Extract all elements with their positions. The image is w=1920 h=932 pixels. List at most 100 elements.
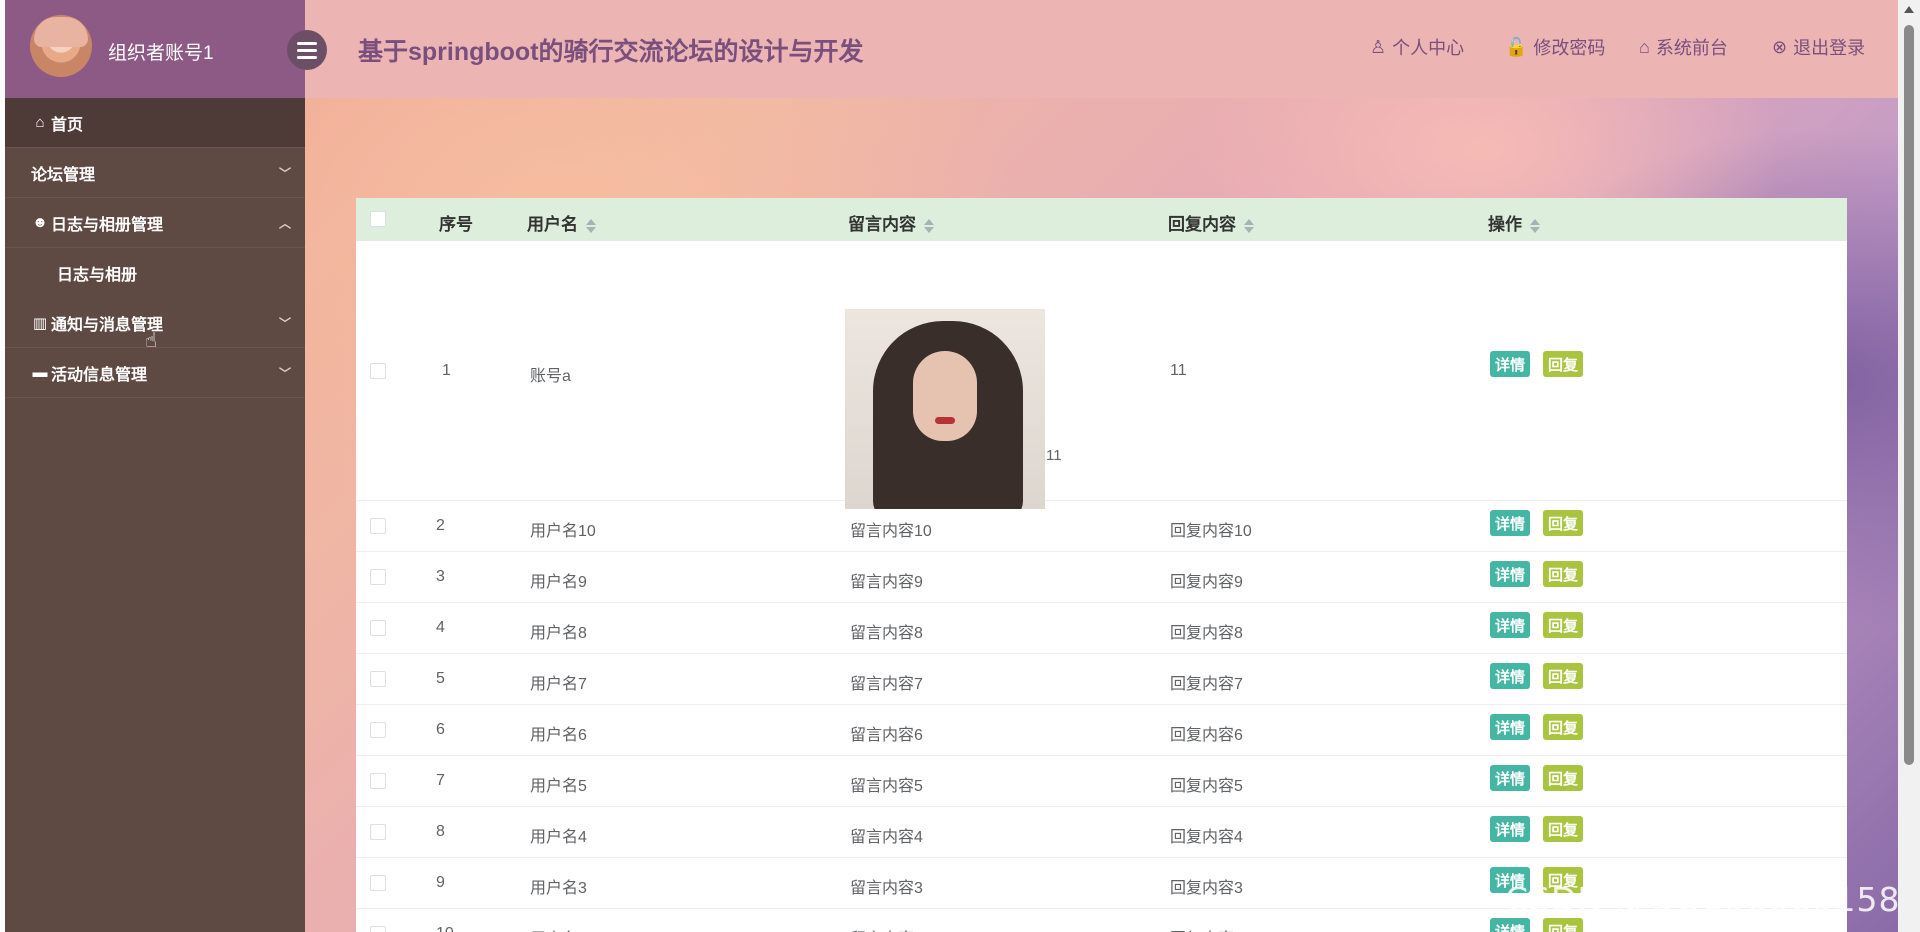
row-index: 8 xyxy=(436,823,445,840)
row-user: 用户名5 xyxy=(530,778,587,795)
row-checkbox[interactable] xyxy=(370,518,386,534)
detail-button[interactable]: 详情 xyxy=(1490,510,1531,536)
watermark: CSDN @QQ1980691580 xyxy=(1505,880,1898,919)
row-reply: 回复内容2 xyxy=(1170,925,1243,932)
app-window: 组织者账号1 ⌂ 首页 论坛管理 ﹀ ☻ 日志与相册管理 ︿ 日志与相册 ▥ 通… xyxy=(5,0,1898,932)
row-index: 9 xyxy=(436,874,445,891)
detail-button[interactable]: 详情 xyxy=(1490,351,1531,377)
avatar[interactable] xyxy=(30,15,92,77)
page-title: 基于springboot的骑行交流论坛的设计与开发 xyxy=(358,38,864,66)
column-header-message-label: 留言内容 xyxy=(848,215,916,234)
detail-button[interactable]: 详情 xyxy=(1490,918,1531,932)
detail-button[interactable]: 详情 xyxy=(1490,816,1531,842)
row-reply: 回复内容3 xyxy=(1170,880,1243,897)
row-checkbox[interactable] xyxy=(370,671,386,687)
column-header-user[interactable]: 用户名 xyxy=(527,210,596,235)
table-header: 序号 用户名 留言内容 回复内容 操作 xyxy=(356,198,1847,241)
sort-icon[interactable] xyxy=(1244,218,1254,234)
row-checkbox[interactable] xyxy=(370,363,386,379)
table-row: 8 用户名4 留言内容4 回复内容4 详情 回复 xyxy=(356,807,1847,858)
column-header-index: 序号 xyxy=(439,215,473,234)
sort-icon[interactable] xyxy=(1530,218,1540,234)
row-checkbox[interactable] xyxy=(370,722,386,738)
row-index: 7 xyxy=(436,772,445,789)
frontend-label: 系统前台 xyxy=(1655,38,1728,58)
logout-link[interactable]: ⊗ 退出登录 xyxy=(1772,34,1865,60)
detail-button[interactable]: 详情 xyxy=(1490,561,1531,587)
mouse-cursor-icon: ☝ xyxy=(145,330,158,352)
chevron-down-icon: ﹀ xyxy=(278,366,291,380)
sidebar-header: 组织者账号1 xyxy=(5,0,305,98)
row-checkbox[interactable] xyxy=(370,773,386,789)
home-icon: ⌂ xyxy=(1639,36,1650,57)
row-user: 用户名10 xyxy=(530,523,596,540)
card-icon: ▬ xyxy=(32,364,48,381)
column-header-reply-label: 回复内容 xyxy=(1168,215,1236,234)
menu-toggle-button[interactable] xyxy=(287,30,327,70)
table-row: 2 用户名10 留言内容10 回复内容10 详情 回复 xyxy=(356,501,1847,552)
reply-button[interactable]: 回复 xyxy=(1543,918,1584,932)
reply-button[interactable]: 回复 xyxy=(1543,510,1584,536)
row-message: 留言内容2 xyxy=(850,925,923,932)
detail-button[interactable]: 详情 xyxy=(1490,663,1531,689)
sidebar-item-label: 日志与相册管理 xyxy=(51,216,164,234)
reply-button[interactable]: 回复 xyxy=(1543,561,1584,587)
reply-button[interactable]: 回复 xyxy=(1543,351,1584,377)
row-message: 留言内容4 xyxy=(850,829,923,846)
row-reply: 11 xyxy=(1170,362,1187,379)
sidebar-item-home[interactable]: ⌂ 首页 xyxy=(5,98,305,148)
table-row: 4 用户名8 留言内容8 回复内容8 详情 回复 xyxy=(356,603,1847,654)
row-message: 留言内容8 xyxy=(850,625,923,642)
row-checkbox[interactable] xyxy=(370,569,386,585)
detail-button[interactable]: 详情 xyxy=(1490,612,1531,638)
row-reply: 回复内容5 xyxy=(1170,778,1243,795)
scrollbar-thumb[interactable] xyxy=(1904,25,1914,765)
row-checkbox[interactable] xyxy=(370,875,386,891)
row-reply: 回复内容4 xyxy=(1170,829,1243,846)
row-user: 用户名6 xyxy=(530,727,587,744)
chevron-down-icon: ﹀ xyxy=(278,316,291,330)
scrollbar[interactable] xyxy=(1898,0,1920,932)
column-header-actions[interactable]: 操作 xyxy=(1488,210,1540,235)
logout-label: 退出登录 xyxy=(1793,38,1866,58)
sidebar-item-journal[interactable]: ☻ 日志与相册管理 ︿ xyxy=(5,198,305,248)
row-message: 留言内容7 xyxy=(850,676,923,693)
detail-button[interactable]: 详情 xyxy=(1490,714,1531,740)
detail-button[interactable]: 详情 xyxy=(1490,765,1531,791)
reply-button[interactable]: 回复 xyxy=(1543,612,1584,638)
select-all-checkbox[interactable] xyxy=(370,211,386,227)
reply-button[interactable]: 回复 xyxy=(1543,816,1584,842)
row-index: 5 xyxy=(436,670,445,687)
sidebar-subitem-journal[interactable]: 日志与相册 xyxy=(5,248,305,298)
column-header-reply[interactable]: 回复内容 xyxy=(1168,210,1254,235)
reply-button[interactable]: 回复 xyxy=(1543,765,1584,791)
table-row: 6 用户名6 留言内容6 回复内容6 详情 回复 xyxy=(356,705,1847,756)
chevron-up-icon: ︿ xyxy=(278,216,291,230)
row-reply: 回复内容6 xyxy=(1170,727,1243,744)
personal-center-link[interactable]: ♙ 个人中心 xyxy=(1370,34,1464,60)
row-checkbox[interactable] xyxy=(370,620,386,636)
sort-icon[interactable] xyxy=(924,218,934,234)
row-checkbox[interactable] xyxy=(370,824,386,840)
table-row: 1 账号a 11 11 详情 回复 xyxy=(356,241,1847,509)
scroll-up-arrow-icon[interactable] xyxy=(1904,6,1914,13)
sidebar-item-label: 论坛管理 xyxy=(31,166,96,184)
chart-icon: ▥ xyxy=(32,314,48,332)
row-checkbox[interactable] xyxy=(370,926,386,932)
row-user: 用户名9 xyxy=(530,574,587,591)
message-image xyxy=(845,309,1045,509)
sort-icon[interactable] xyxy=(586,218,596,234)
row-reply: 回复内容9 xyxy=(1170,574,1243,591)
table-row: 7 用户名5 留言内容5 回复内容5 详情 回复 xyxy=(356,756,1847,807)
sidebar-item-forum[interactable]: 论坛管理 ﹀ xyxy=(5,148,305,198)
frontend-link[interactable]: ⌂ 系统前台 xyxy=(1639,34,1728,60)
table-row: 3 用户名9 留言内容9 回复内容9 详情 回复 xyxy=(356,552,1847,603)
column-header-message[interactable]: 留言内容 xyxy=(848,210,934,235)
row-reply: 回复内容8 xyxy=(1170,625,1243,642)
topbar: 基于springboot的骑行交流论坛的设计与开发 ♙ 个人中心 🔓 修改密码 … xyxy=(305,0,1898,98)
reply-button[interactable]: 回复 xyxy=(1543,663,1584,689)
reply-button[interactable]: 回复 xyxy=(1543,714,1584,740)
change-password-link[interactable]: 🔓 修改密码 xyxy=(1505,34,1605,60)
account-name: 组织者账号1 xyxy=(108,43,214,64)
sidebar-item-activity[interactable]: ▬ 活动信息管理 ﹀ xyxy=(5,348,305,398)
